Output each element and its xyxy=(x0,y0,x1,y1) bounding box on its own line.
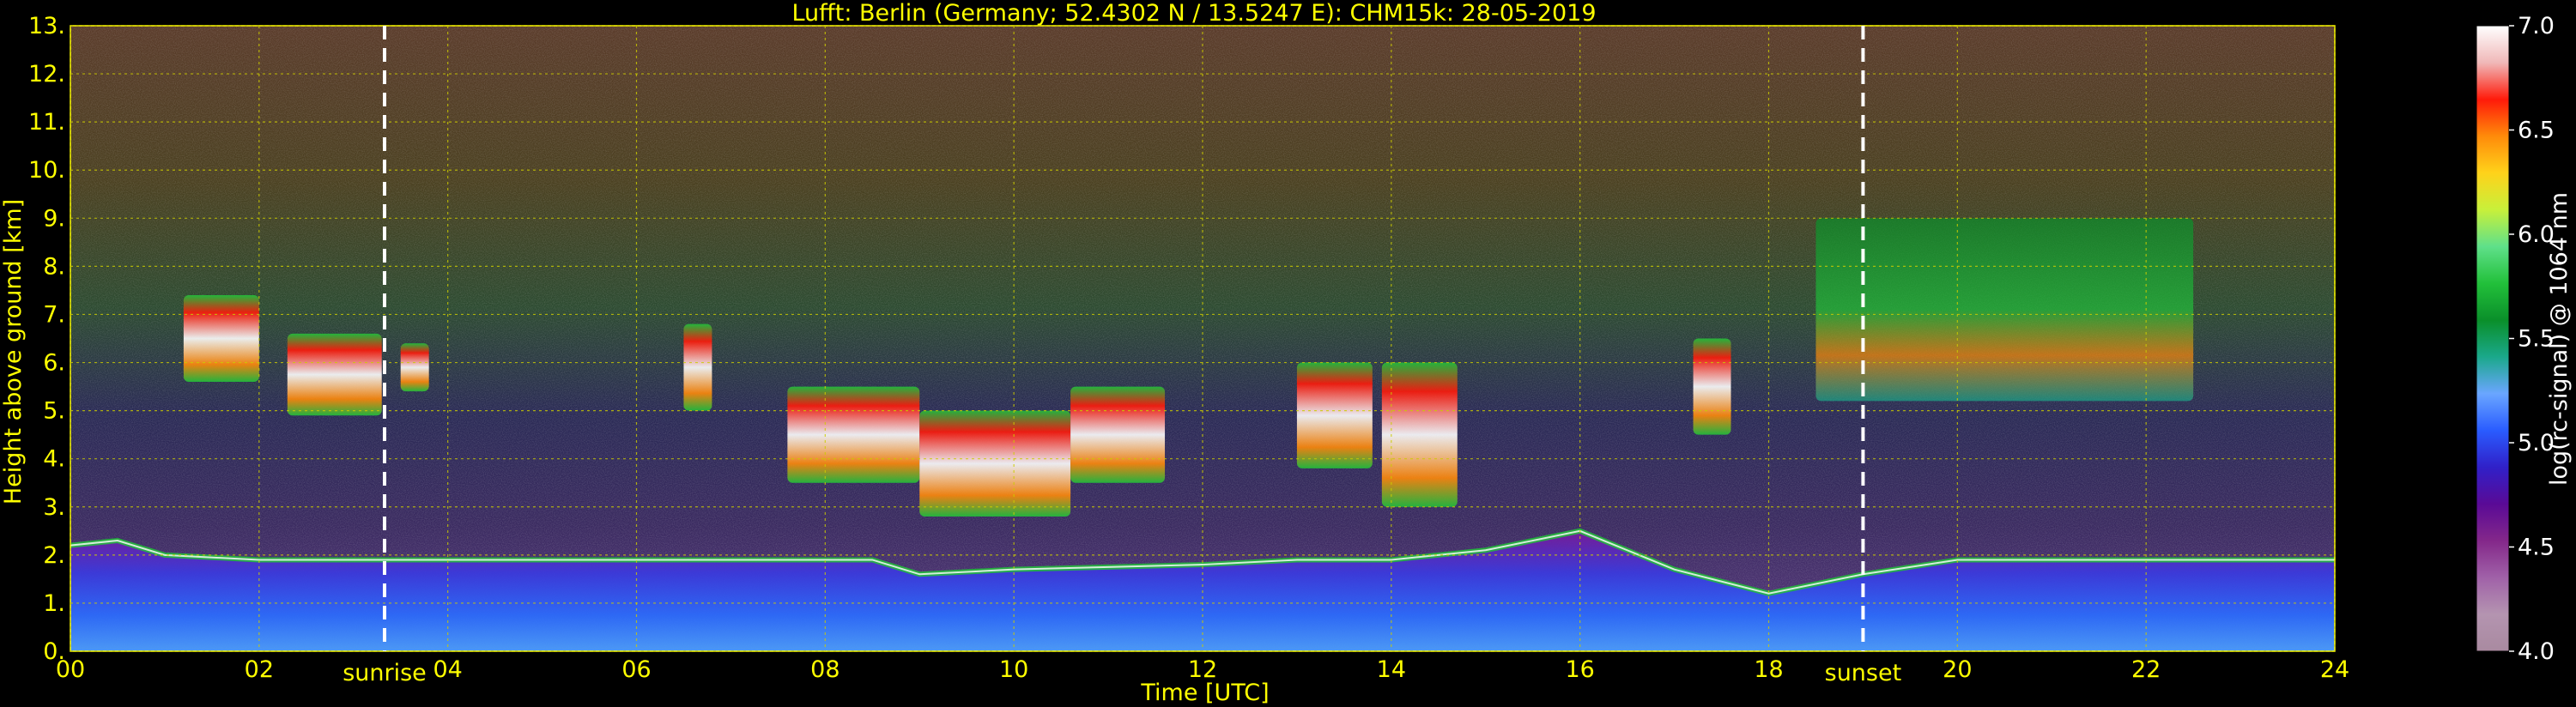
colorbar-gradient xyxy=(2476,25,2510,652)
ceilometer-chart: 00 02 04 06 08 10 12 14 16 18 20 22 240.1.2.3.4.5.6.… xyxy=(0,0,2573,706)
x-tick-label: 24 xyxy=(2320,656,2349,683)
y-tick-label: 5. xyxy=(43,398,65,425)
y-tick-label: 0. xyxy=(43,638,65,665)
y-tick-label: 7. xyxy=(43,301,65,328)
sunset-label: sunset xyxy=(1825,660,1902,686)
sunrise-label: sunrise xyxy=(342,660,427,686)
cloud-layer xyxy=(400,343,429,392)
y-tick-label: 11. xyxy=(28,109,65,136)
x-tick-label: 10 xyxy=(999,656,1028,683)
y-tick-label: 4. xyxy=(43,446,65,473)
colorbar-tick-label: 7.0 xyxy=(2518,13,2555,39)
y-tick-label: 3. xyxy=(43,494,65,521)
cloud-layer xyxy=(787,386,920,483)
cloud-layer xyxy=(1296,362,1373,468)
x-tick-label: 22 xyxy=(2131,656,2161,683)
y-tick-label: 2. xyxy=(43,542,65,569)
cloud-layer xyxy=(183,295,259,382)
colorbar-label: log(rc-signal) @ 1064 nm xyxy=(2546,192,2573,486)
cloud-layer xyxy=(683,323,712,411)
y-tick-label: 6. xyxy=(43,350,65,377)
x-tick-label: 08 xyxy=(810,656,839,683)
cloud-layer xyxy=(1693,338,1731,435)
x-tick-label: 18 xyxy=(1754,656,1783,683)
y-tick-label: 1. xyxy=(43,590,65,617)
cloud-layer xyxy=(919,410,1071,517)
cloud-layer xyxy=(1815,218,2194,402)
x-tick-label: 02 xyxy=(245,656,274,683)
colorbar-tick-label: 4.0 xyxy=(2518,638,2555,665)
x-tick-label: 14 xyxy=(1377,656,1406,683)
x-tick-label: 20 xyxy=(1943,656,1972,683)
y-tick-label: 13. xyxy=(28,13,65,39)
cloud-layer xyxy=(1381,362,1458,507)
y-tick-label: 9. xyxy=(43,205,65,232)
chart-title: Lufft: Berlin (Germany; 52.4302 N / 13.5… xyxy=(791,0,1596,27)
cloud-layer xyxy=(1070,386,1166,483)
x-tick-label: 16 xyxy=(1565,656,1594,683)
x-tick-label: 06 xyxy=(621,656,651,683)
x-axis-label: Time [UTC] xyxy=(1140,680,1269,706)
cloud-layer xyxy=(287,333,382,416)
y-tick-label: 10. xyxy=(28,157,65,184)
colorbar-tick-label: 6.5 xyxy=(2518,118,2555,144)
y-tick-label: 8. xyxy=(43,253,65,280)
y-tick-label: 12. xyxy=(28,61,65,88)
y-axis-label: Height above ground [km] xyxy=(0,199,27,505)
colorbar-tick-label: 4.5 xyxy=(2518,535,2555,561)
colorbar: 4.04.55.05.56.06.57.0 xyxy=(2476,13,2555,665)
x-tick-label: 04 xyxy=(433,656,462,683)
